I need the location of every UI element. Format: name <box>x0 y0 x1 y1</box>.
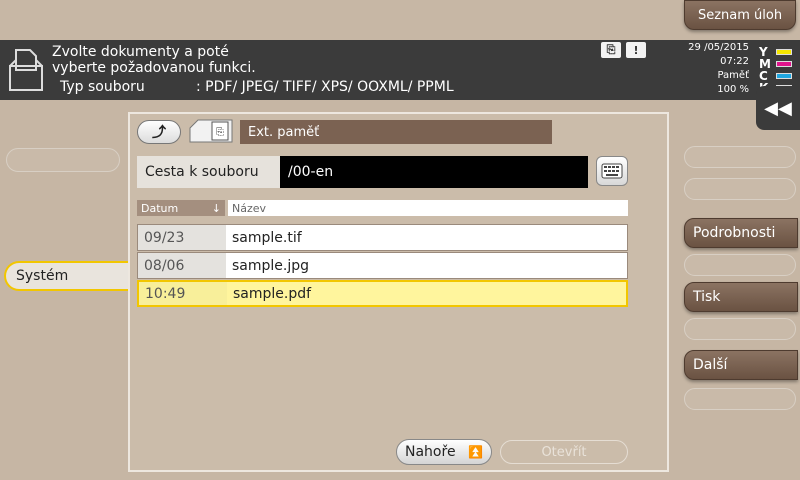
file-date: 09/23 <box>138 225 226 250</box>
keyboard-button[interactable] <box>596 156 628 186</box>
arrow-up-icon: ⤴ <box>152 125 166 141</box>
file-type-label: Typ souboru <box>60 79 145 95</box>
message-line-2: vyberte požadovanou funkci. <box>52 60 256 76</box>
time-display: 07:22 <box>720 56 749 67</box>
file-row-selected[interactable]: 10:49 sample.pdf <box>137 280 628 307</box>
double-chevron-left-icon: ◀◀ <box>764 97 792 119</box>
scroll-top-label: Nahoře <box>405 444 456 460</box>
file-row[interactable]: 08/06 sample.jpg <box>137 252 628 279</box>
top-strip <box>0 0 800 40</box>
memory-value: 100 % <box>717 84 749 95</box>
keyboard-icon <box>601 163 623 179</box>
message-line-1: Zvolte dokumenty a poté <box>52 44 229 60</box>
path-label: Cesta k souboru <box>137 156 280 188</box>
usb-drive-icon: ⎘ <box>189 119 233 143</box>
disabled-right-button-2 <box>684 178 796 200</box>
column-header-date[interactable]: Datum ↓ <box>137 200 225 216</box>
file-date: 08/06 <box>138 253 226 278</box>
instruction-message: Zvolte dokumenty a poté vyberte požadova… <box>52 44 256 76</box>
file-row[interactable]: 09/23 sample.tif <box>137 224 628 251</box>
double-up-arrow-icon: ⏫ <box>468 445 483 459</box>
sort-down-icon: ↓ <box>211 201 221 215</box>
column-date-label: Datum <box>141 201 179 215</box>
svg-text:⎘: ⎘ <box>216 127 224 138</box>
open-button: Otevřít <box>500 440 628 464</box>
file-date: 10:49 <box>139 282 227 305</box>
location-label: Ext. paměť <box>240 120 552 144</box>
task-list-button[interactable]: Seznam úloh <box>684 0 796 30</box>
disabled-right-button-1 <box>684 146 796 168</box>
disabled-right-button-5 <box>684 388 796 410</box>
column-name-label: Název <box>232 201 267 215</box>
file-name: sample.tif <box>226 225 627 250</box>
scroll-top-button[interactable]: Nahoře ⏫ <box>396 439 492 465</box>
collapse-panel-button[interactable]: ◀◀ <box>756 86 800 130</box>
disabled-left-button <box>6 148 120 172</box>
file-type-value: : PDF/ JPEG/ TIFF/ XPS/ OOXML/ PPML <box>196 79 454 95</box>
usb-status-icon: ⎘ <box>601 42 621 58</box>
path-input[interactable]: /00-en <box>280 156 588 188</box>
date-display: 29 /05/2015 <box>688 42 749 53</box>
tab-system[interactable]: Systém <box>4 261 134 291</box>
print-button[interactable]: Tisk <box>684 282 798 312</box>
warning-status-icon: ! <box>626 42 646 58</box>
disabled-right-button-4 <box>684 318 796 340</box>
memory-label: Paměť <box>717 70 749 81</box>
file-name: sample.pdf <box>227 282 626 305</box>
toner-level-y <box>776 49 792 55</box>
column-header-name[interactable]: Název <box>228 200 628 216</box>
details-button[interactable]: Podrobnosti <box>684 218 798 248</box>
document-box-icon <box>9 49 43 91</box>
toner-level-m <box>776 61 792 67</box>
toner-level-c <box>776 73 792 79</box>
more-button[interactable]: Další <box>684 350 798 380</box>
disabled-right-button-3 <box>684 254 796 276</box>
up-folder-button[interactable]: ⤴ <box>137 120 181 144</box>
file-name: sample.jpg <box>226 253 627 278</box>
